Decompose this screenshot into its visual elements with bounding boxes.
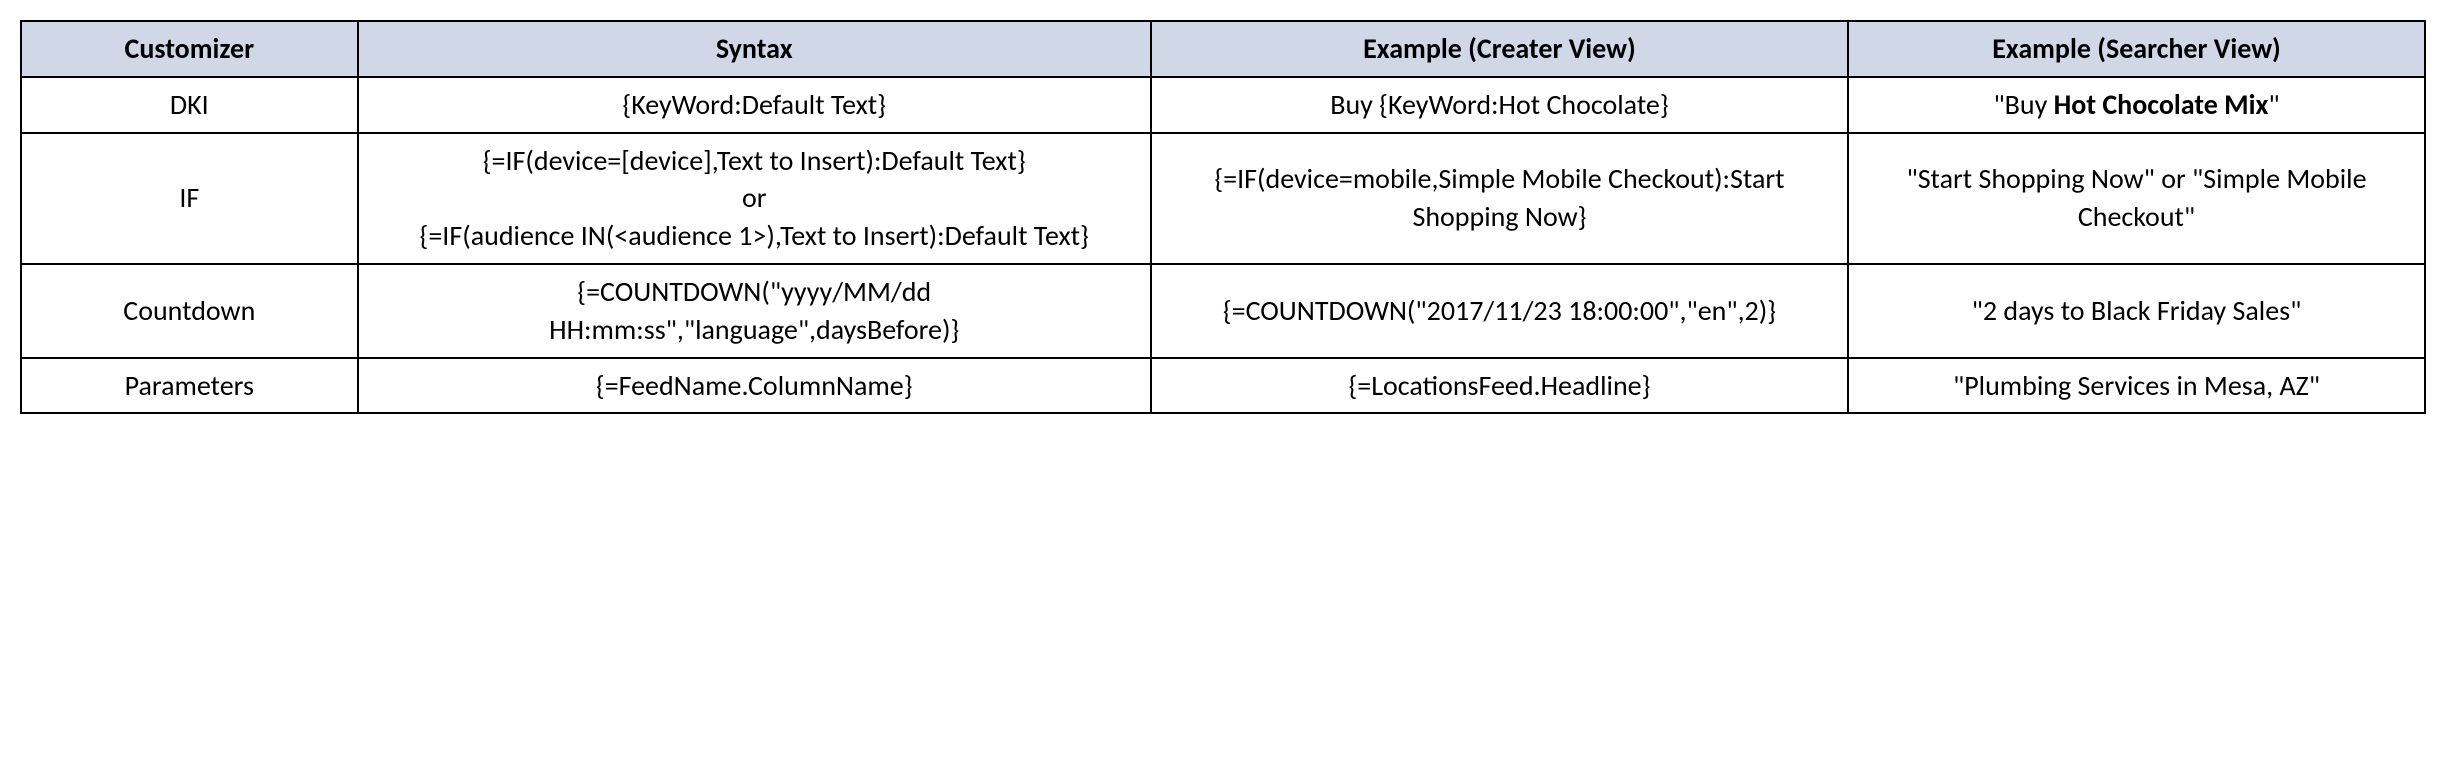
syntax-line-3: {=IF(audience IN(<audience 1>),Text to I… [373,217,1136,255]
syntax-line-2: or [373,179,1136,217]
table-row: Countdown {=COUNTDOWN("yyyy/MM/dd HH:mm:… [21,264,2425,358]
cell-searcher: "Plumbing Services in Mesa, AZ" [1848,358,2425,414]
cell-searcher: "Buy Hot Chocolate Mix" [1848,77,2425,133]
cell-syntax: {=FeedName.ColumnName} [358,358,1151,414]
customizer-table: Customizer Syntax Example (Creater View)… [20,20,2426,414]
header-creater: Example (Creater View) [1151,21,1848,77]
cell-customizer: DKI [21,77,358,133]
cell-creater: {=LocationsFeed.Headline} [1151,358,1848,414]
cell-customizer: Countdown [21,264,358,358]
syntax-line-1: {=IF(device=[device],Text to Insert):Def… [373,142,1136,180]
cell-syntax: {KeyWord:Default Text} [358,77,1151,133]
cell-creater: Buy {KeyWord:Hot Chocolate} [1151,77,1848,133]
cell-syntax: {=COUNTDOWN("yyyy/MM/dd HH:mm:ss","langu… [358,264,1151,358]
header-customizer: Customizer [21,21,358,77]
cell-syntax: {=IF(device=[device],Text to Insert):Def… [358,133,1151,264]
cell-searcher: "2 days to Black Friday Sales" [1848,264,2425,358]
header-row: Customizer Syntax Example (Creater View)… [21,21,2425,77]
cell-searcher: "Start Shopping Now" or "Simple Mobile C… [1848,133,2425,264]
searcher-prefix: "Buy [1993,87,2053,122]
header-searcher: Example (Searcher View) [1848,21,2425,77]
table-row: Parameters {=FeedName.ColumnName} {=Loca… [21,358,2425,414]
searcher-suffix: " [2268,87,2279,122]
table-row: IF {=IF(device=[device],Text to Insert):… [21,133,2425,264]
cell-creater: {=IF(device=mobile,Simple Mobile Checkou… [1151,133,1848,264]
header-syntax: Syntax [358,21,1151,77]
cell-customizer: Parameters [21,358,358,414]
cell-creater: {=COUNTDOWN("2017/11/23 18:00:00","en",2… [1151,264,1848,358]
searcher-bold: Hot Chocolate Mix [2054,87,2269,122]
cell-customizer: IF [21,133,358,264]
table-row: DKI {KeyWord:Default Text} Buy {KeyWord:… [21,77,2425,133]
